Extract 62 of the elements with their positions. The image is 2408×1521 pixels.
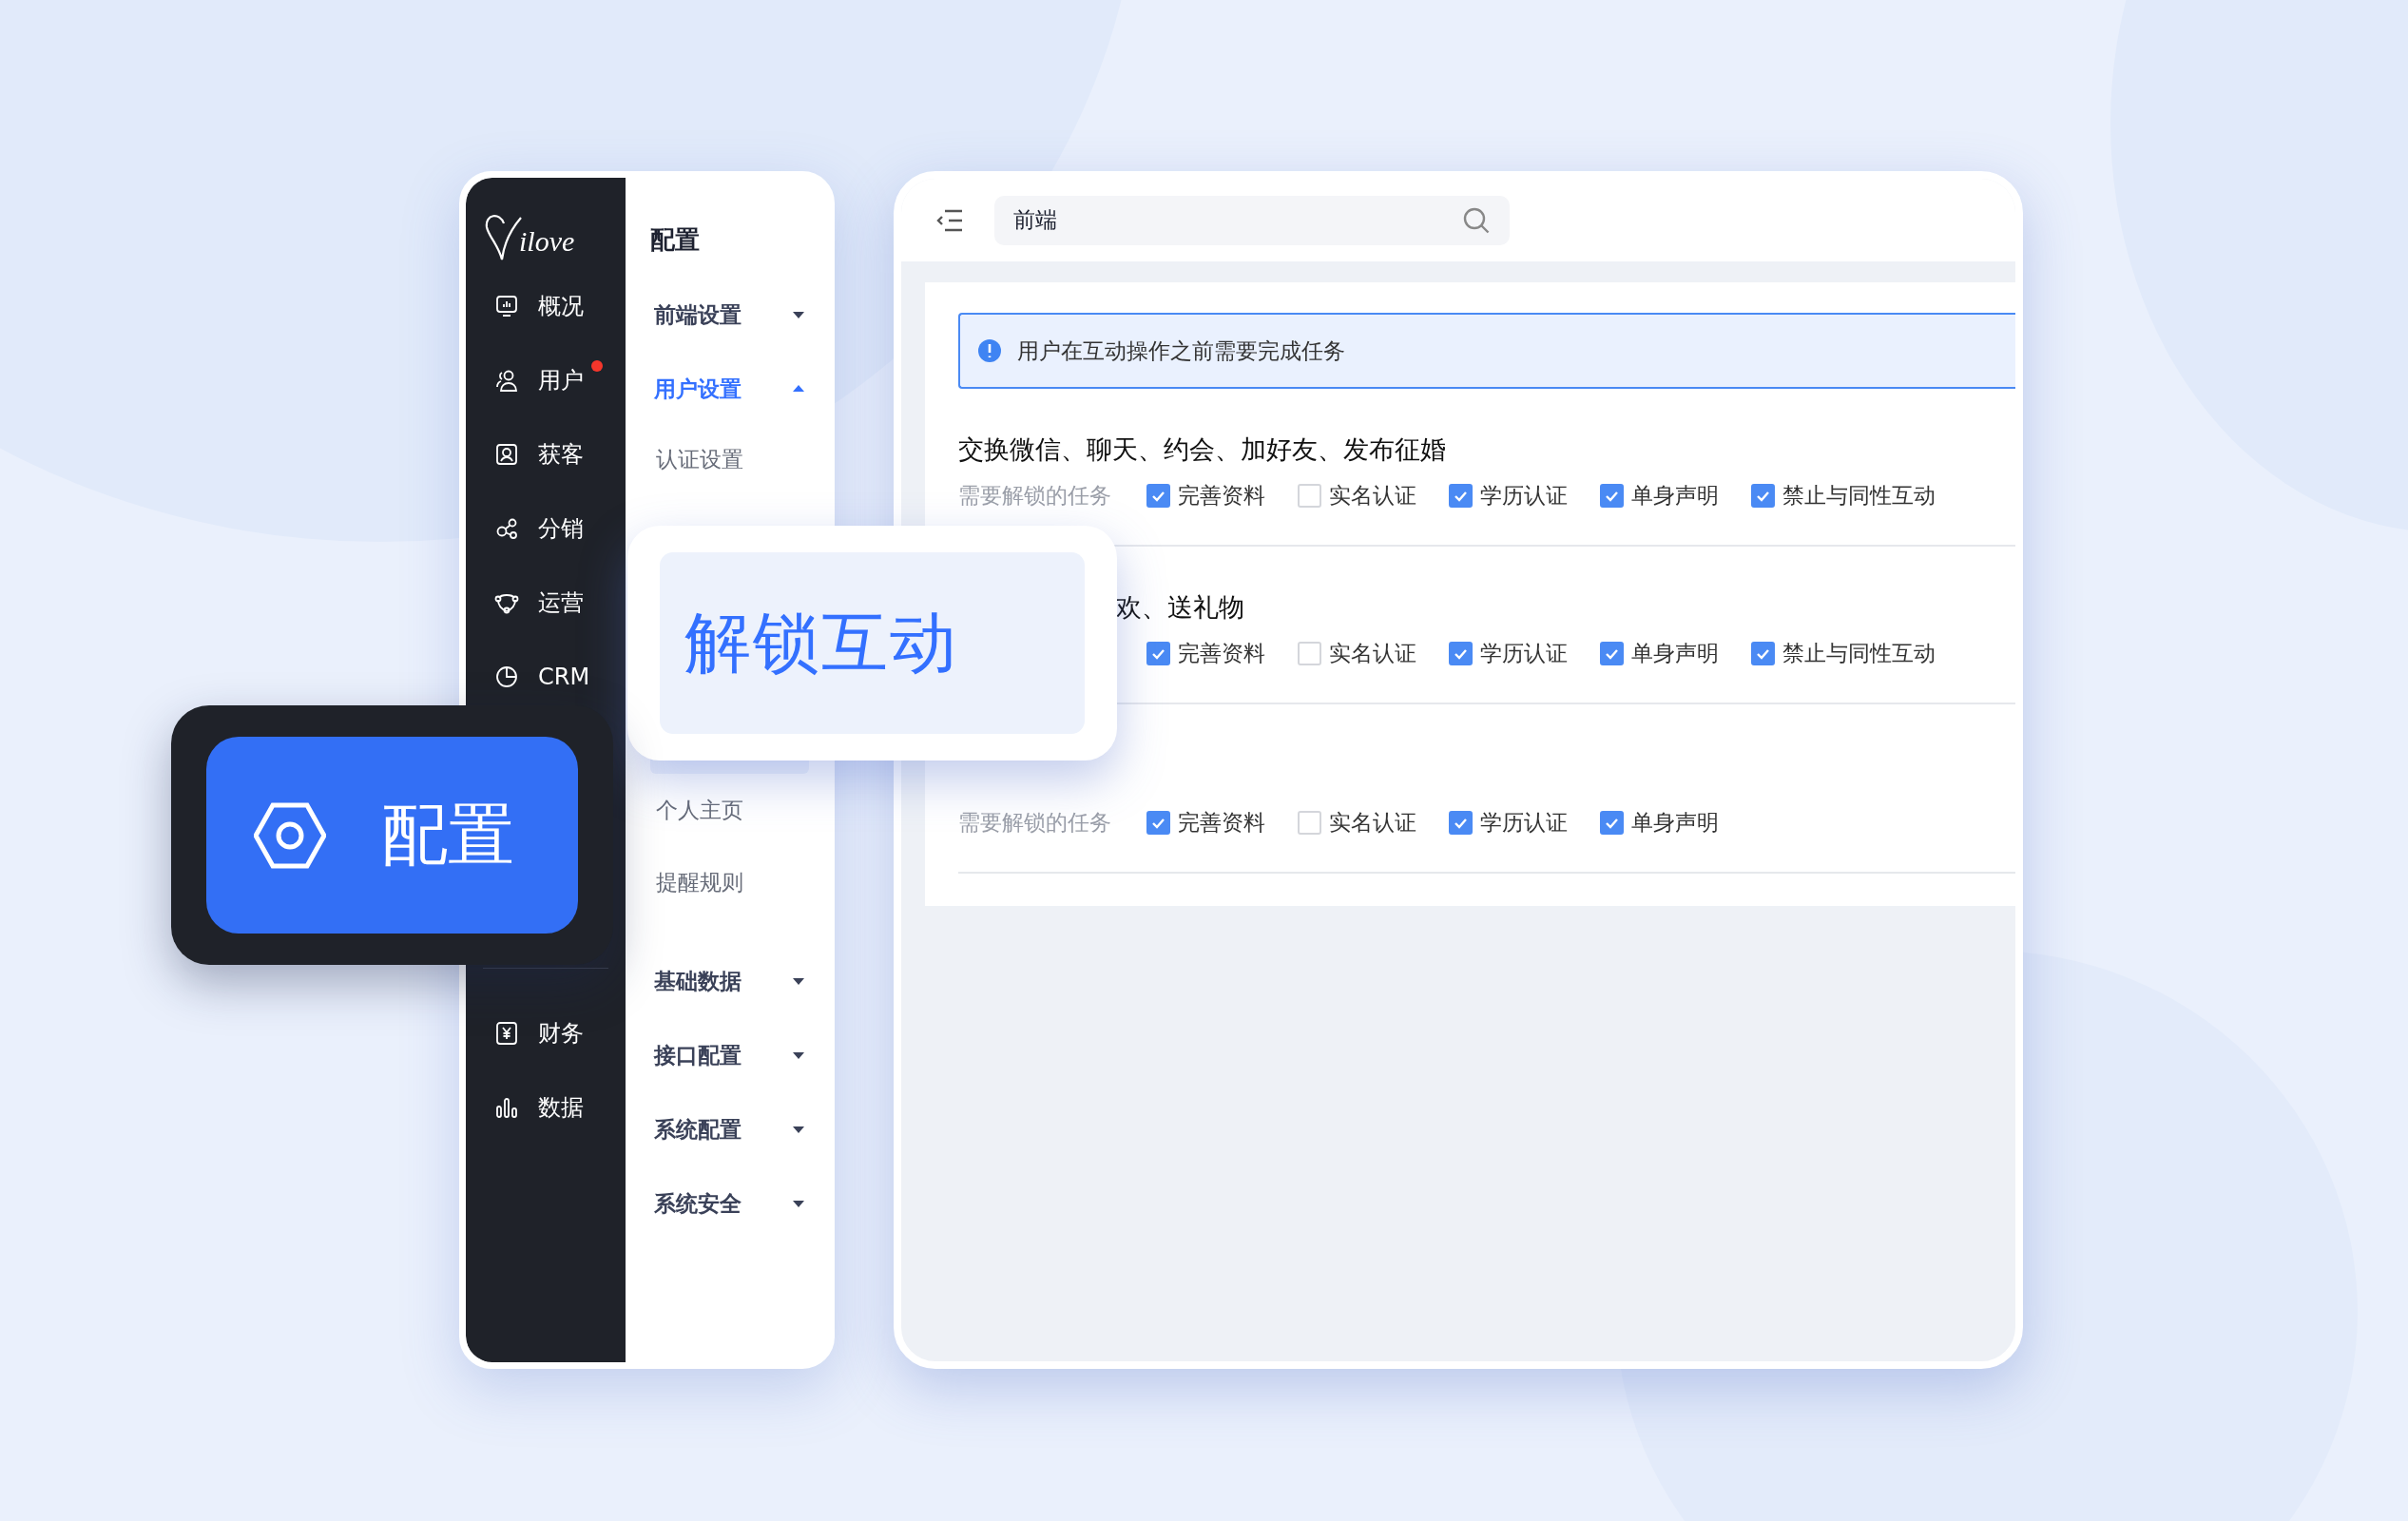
menu-group[interactable]: 基础数据 bbox=[650, 944, 809, 1018]
checkbox[interactable] bbox=[1146, 810, 1170, 835]
task-checkbox[interactable]: 实名认证 bbox=[1298, 480, 1416, 510]
menu-group[interactable]: 用户设置 bbox=[650, 352, 809, 426]
sidebar-item[interactable]: 数据 bbox=[466, 1070, 626, 1145]
task-checkbox[interactable]: 完善资料 bbox=[1146, 480, 1265, 510]
checkbox[interactable] bbox=[1449, 810, 1473, 835]
checkbox[interactable] bbox=[1146, 483, 1170, 508]
checkbox[interactable] bbox=[1146, 641, 1170, 665]
checkbox[interactable] bbox=[1449, 483, 1473, 508]
task-checkbox[interactable]: 禁止与同性互动 bbox=[1751, 480, 1936, 510]
sidebar-item[interactable]: 分销 bbox=[466, 491, 626, 566]
sidebar-item[interactable]: 用户 bbox=[466, 343, 626, 417]
menu-title: 配置 bbox=[650, 223, 701, 256]
monitor-icon bbox=[494, 294, 519, 318]
task-checkbox[interactable]: 学历认证 bbox=[1449, 480, 1568, 510]
menu-item[interactable]: 提醒规则 bbox=[650, 846, 809, 918]
menu-group[interactable]: 系统安全 bbox=[650, 1166, 809, 1241]
logo-text: ilove bbox=[519, 225, 575, 258]
task-checkbox[interactable]: 实名认证 bbox=[1298, 807, 1416, 838]
sidebar-item[interactable]: 获客 bbox=[466, 417, 626, 491]
menu-group[interactable]: 接口配置 bbox=[650, 1018, 809, 1092]
task-checkbox[interactable]: 完善资料 bbox=[1146, 807, 1265, 838]
checkbox[interactable] bbox=[1449, 641, 1473, 665]
task-checkbox[interactable]: 单身声明 bbox=[1600, 807, 1719, 838]
row-label: 需要解锁的任务 bbox=[958, 809, 1111, 835]
sidebar-item[interactable]: 财务 bbox=[466, 996, 626, 1070]
task-checkbox[interactable]: 学历认证 bbox=[1449, 638, 1568, 668]
menu-item[interactable]: 认证设置 bbox=[650, 426, 809, 492]
pie-icon bbox=[494, 664, 519, 689]
task-checkbox[interactable]: 实名认证 bbox=[1298, 638, 1416, 668]
task-checkbox[interactable]: 完善资料 bbox=[1146, 638, 1265, 668]
config-button[interactable]: 配置 bbox=[206, 737, 578, 934]
task-checkbox[interactable]: 单身声明 bbox=[1600, 480, 1719, 510]
task-checkbox[interactable]: 学历认证 bbox=[1449, 807, 1568, 838]
row-label: 需要解锁的任务 bbox=[958, 482, 1111, 508]
sidebar-item[interactable]: CRM bbox=[466, 640, 626, 714]
task-checkbox[interactable]: 单身声明 bbox=[1600, 638, 1719, 668]
menu-group[interactable]: 前端设置 bbox=[650, 278, 809, 352]
bars-icon bbox=[494, 1095, 519, 1120]
section-title: 欢、送礼物 bbox=[1116, 591, 1244, 624]
share-icon bbox=[494, 516, 519, 541]
menu-item[interactable]: 个人主页 bbox=[650, 774, 809, 846]
menu-group[interactable]: 系统配置 bbox=[650, 1092, 809, 1166]
collapse-menu-icon[interactable] bbox=[935, 207, 964, 233]
portrait-icon bbox=[494, 442, 519, 467]
search-field[interactable]: 前端 bbox=[994, 195, 1510, 245]
checkbox[interactable] bbox=[1600, 641, 1624, 665]
alert-text: 用户在互动操作之前需要完成任务 bbox=[1017, 337, 1345, 365]
checkbox[interactable] bbox=[1751, 483, 1775, 508]
checkbox[interactable] bbox=[1600, 483, 1624, 508]
task-checkbox[interactable]: 禁止与同性互动 bbox=[1751, 638, 1936, 668]
sidebar-item[interactable]: 概况 bbox=[466, 269, 626, 343]
yen-icon bbox=[494, 1021, 519, 1046]
sidebar-item[interactable]: 运营 bbox=[466, 566, 626, 640]
checkbox[interactable] bbox=[1751, 641, 1775, 665]
callout-text: 解锁互动 bbox=[684, 602, 958, 683]
users-icon bbox=[494, 368, 519, 393]
checkbox[interactable] bbox=[1600, 810, 1624, 835]
section-title: 交换微信、聊天、约会、加好友、发布征婚 bbox=[958, 433, 1446, 466]
info-icon bbox=[977, 338, 1002, 363]
search-icon bbox=[1462, 205, 1491, 235]
